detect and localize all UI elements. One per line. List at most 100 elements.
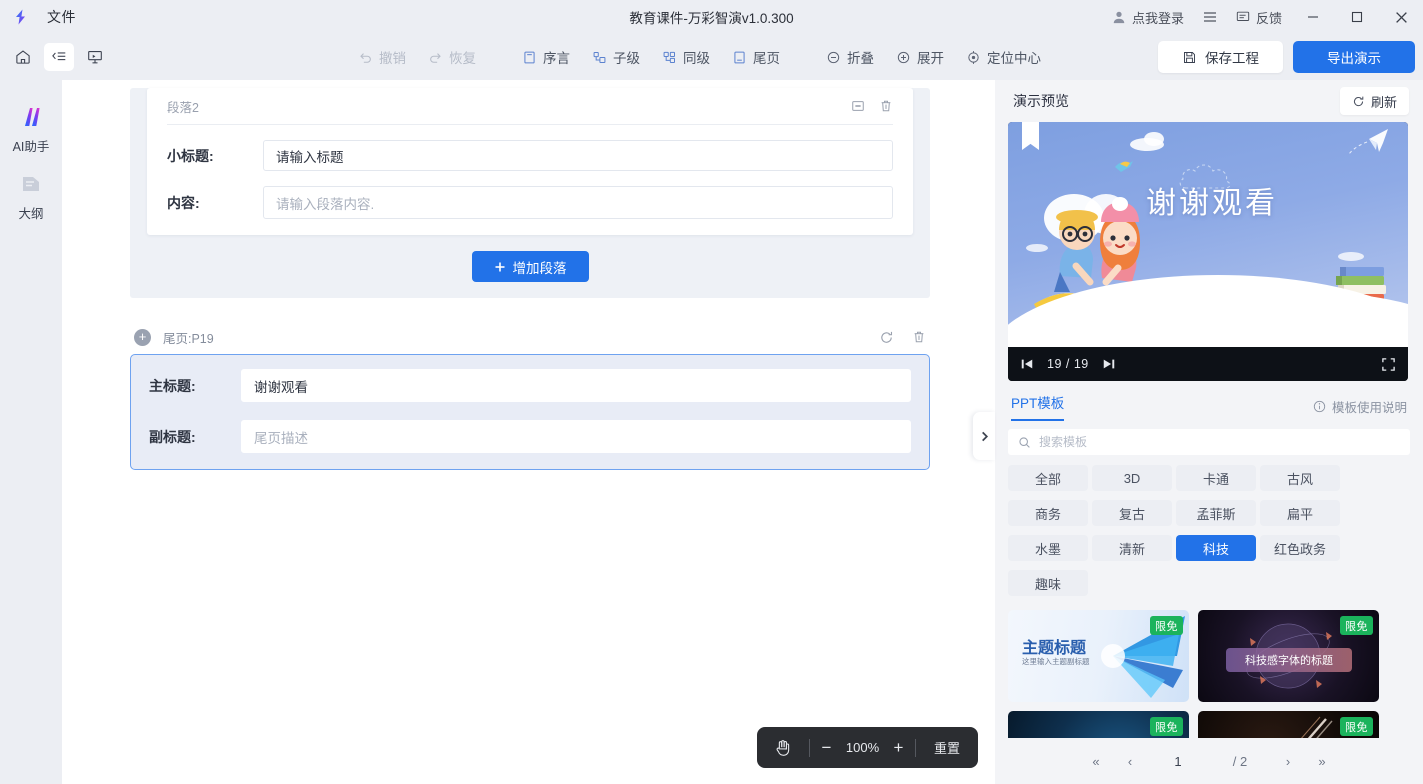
outline-icon-button[interactable] [44, 43, 74, 71]
export-presentation-label: 导出演示 [1327, 51, 1381, 66]
pager-last-button[interactable]: » [1305, 754, 1339, 769]
template-card[interactable]: 主题标题 这里输入主题副标题 限免 [1008, 610, 1189, 702]
center-locate-button[interactable]: 定位中心 [956, 42, 1051, 72]
save-project-label: 保存工程 [1205, 51, 1259, 66]
feedback-label: 反馈 [1255, 10, 1282, 26]
slide-title: 谢谢观看 [1146, 187, 1278, 220]
template-search-box[interactable] [1008, 429, 1410, 455]
slide-preview[interactable]: 谢谢观看 19 / 19 [1008, 122, 1408, 381]
feedback-button[interactable]: 反馈 [1227, 4, 1291, 31]
zoom-stepper: − 100% + [810, 738, 915, 758]
category-chip-technology[interactable]: 科技 [1176, 535, 1256, 561]
hamburger-menu-button[interactable] [1193, 5, 1227, 29]
category-chip-classic[interactable]: 古风 [1260, 465, 1340, 491]
subtitle-input[interactable]: 请输入标题 [263, 140, 893, 171]
menu-file[interactable]: 文件 [40, 4, 83, 30]
category-chip-cartoon[interactable]: 卡通 [1176, 465, 1256, 491]
category-chip-fun[interactable]: 趣味 [1008, 570, 1088, 596]
save-icon [1182, 50, 1197, 65]
save-project-button[interactable]: 保存工程 [1158, 41, 1283, 73]
trash-icon[interactable] [879, 99, 893, 113]
pager-current-page[interactable]: 1 [1147, 754, 1209, 769]
panel-collapse-handle[interactable] [973, 412, 995, 460]
paragraph-header-actions [851, 99, 893, 113]
paragraph-title: 段落2 [167, 100, 199, 115]
pager-first-button[interactable]: « [1079, 754, 1113, 769]
collapse-button[interactable]: 折叠 [816, 42, 884, 72]
category-chip-business[interactable]: 商务 [1008, 500, 1088, 526]
template-help-link[interactable]: 模板使用说明 [1313, 397, 1407, 416]
category-chip-ink[interactable]: 水墨 [1008, 535, 1088, 561]
window-minimize-button[interactable] [1291, 0, 1335, 34]
free-badge: 限免 [1150, 616, 1183, 635]
info-circle-icon [1313, 400, 1326, 413]
skip-previous-icon[interactable] [1020, 357, 1034, 371]
category-chip-3d[interactable]: 3D [1092, 465, 1172, 491]
category-chip-flat[interactable]: 扁平 [1260, 500, 1340, 526]
home-icon [14, 48, 32, 66]
category-chip-red-government[interactable]: 红色政务 [1260, 535, 1340, 561]
export-presentation-button[interactable]: 导出演示 [1293, 41, 1415, 73]
footer-page-card: 主标题: 谢谢观看 副标题: 尾页描述 [130, 354, 930, 470]
expand-button[interactable]: 展开 [886, 42, 954, 72]
child-level-button[interactable]: 子级 [582, 42, 650, 72]
sidebar-item-outline[interactable]: 大纲 [0, 163, 62, 230]
category-chip-memphis[interactable]: 孟菲斯 [1176, 500, 1256, 526]
add-paragraph-button[interactable]: 增加段落 [471, 251, 589, 282]
pager-prev-button[interactable]: ‹ [1113, 754, 1147, 769]
same-level-button[interactable]: 同级 [652, 42, 720, 72]
tab-ppt-template[interactable]: PPT模板 [1011, 392, 1065, 421]
category-chip-fresh[interactable]: 清新 [1092, 535, 1172, 561]
refresh-icon[interactable] [879, 330, 894, 345]
trash-icon[interactable] [912, 330, 926, 345]
undo-button[interactable]: 撤销 [348, 42, 416, 72]
free-badge: 限免 [1340, 717, 1373, 736]
window-close-button[interactable] [1379, 0, 1423, 34]
main-title-input[interactable]: 谢谢观看 [241, 369, 911, 402]
subtitle-field-row: 小标题: 请输入标题 [167, 140, 893, 171]
category-chip-retro[interactable]: 复古 [1092, 500, 1172, 526]
content-input[interactable]: 请输入段落内容. [263, 186, 893, 219]
zoom-out-button[interactable]: − [820, 738, 834, 758]
window-maximize-button[interactable] [1335, 0, 1379, 34]
template-pagination: « ‹ 1 / 2 › » [995, 738, 1423, 784]
template-subtitle: 这里输入主题副标题 [1022, 657, 1090, 666]
refresh-icon [1352, 95, 1365, 108]
redo-button[interactable]: 恢复 [418, 42, 486, 72]
app-logo-icon [10, 6, 32, 28]
skip-next-icon[interactable] [1102, 357, 1116, 371]
subtitle-label: 小标题: [167, 147, 214, 164]
template-card[interactable]: 科技感字体的标题 限免 [1198, 610, 1379, 702]
pager-next-button[interactable]: › [1271, 754, 1305, 769]
presentation-icon [86, 48, 104, 66]
login-button[interactable]: 点我登录 [1103, 4, 1193, 31]
presentation-icon-button[interactable] [80, 43, 110, 71]
expand-label: 展开 [917, 51, 944, 66]
refresh-preview-button[interactable]: 刷新 [1339, 87, 1409, 115]
title-bar: 文件 教育课件-万彩智演v1.0.300 点我登录 反馈 [0, 0, 1423, 34]
sub-title-input[interactable]: 尾页描述 [241, 420, 911, 453]
end-page-button[interactable]: 尾页 [722, 42, 790, 72]
paper-plane-icon [1348, 129, 1388, 155]
main-title-label: 主标题: [149, 377, 196, 394]
category-chip-all[interactable]: 全部 [1008, 465, 1088, 491]
sidebar-item-label: 大纲 [18, 207, 44, 221]
zoom-in-button[interactable]: + [892, 738, 906, 758]
minus-square-icon[interactable] [851, 99, 865, 113]
zoom-reset-button[interactable]: 重置 [916, 738, 978, 757]
home-icon-button[interactable] [8, 43, 38, 71]
sidebar-item-ai-assistant[interactable]: AI助手 [0, 96, 62, 163]
locate-center-icon [966, 50, 981, 65]
template-search-input[interactable] [1039, 435, 1400, 449]
outline-canvas[interactable]: 段落2 小标题: 请输入标题 内容: 请输入段落内容. 增加段落 + 尾页:P1… [62, 80, 995, 784]
paragraph-card: 段落2 小标题: 请输入标题 内容: 请输入段落内容. [147, 88, 913, 235]
right-panel: 演示预览 刷新 谢谢观看 19 / 19 PPT模板 模板使用说明 搜索模板 全… [995, 80, 1423, 784]
search-icon [1018, 436, 1031, 449]
fullscreen-icon[interactable] [1381, 357, 1396, 372]
subtitle-value: 请输入标题 [276, 149, 344, 165]
plus-circle-icon[interactable]: + [134, 328, 151, 346]
preface-button[interactable]: 序言 [512, 42, 580, 72]
redo-label: 恢复 [449, 51, 476, 66]
expand-icon [896, 50, 911, 65]
hand-pan-icon[interactable] [757, 738, 809, 758]
